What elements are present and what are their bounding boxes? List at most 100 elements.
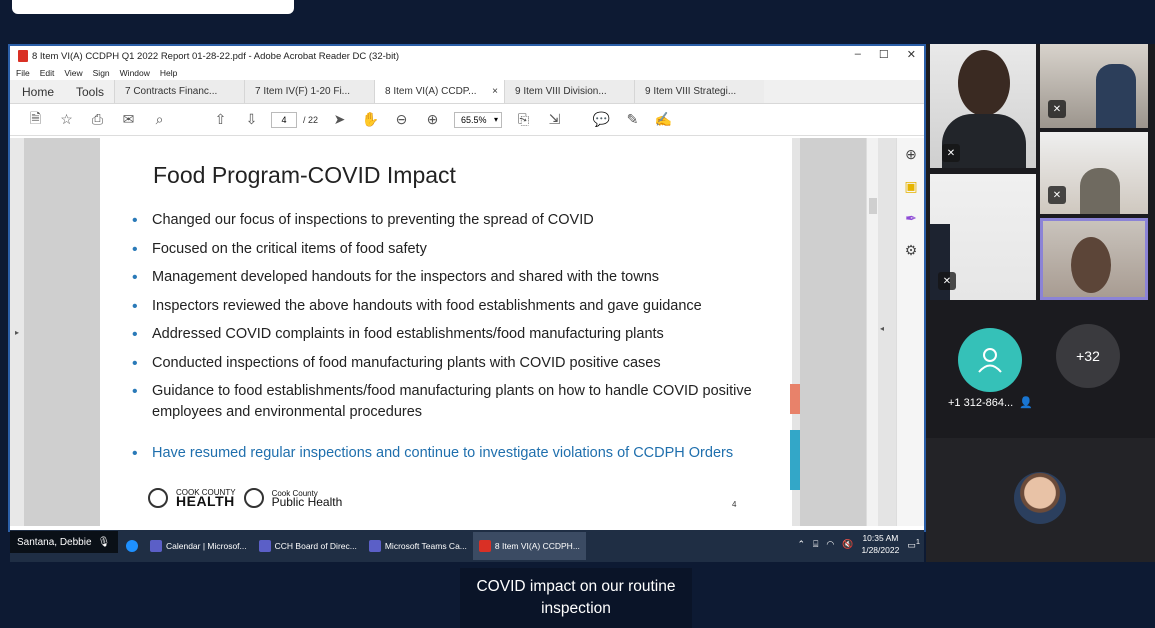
taskbar-item-label: Microsoft Teams Ca... [384,541,467,551]
zoom-in-icon[interactable]: ⊕ [417,108,448,132]
slide-title: Food Program-COVID Impact [153,162,456,188]
clock-time: 10:35 AM [862,533,899,543]
tab-home[interactable]: Home [10,80,66,103]
mic-off-icon: ✕ [938,272,956,290]
taskbar-item[interactable]: Calendar | Microsof... [144,532,253,560]
zoom-select[interactable]: 65.5% [454,111,503,128]
slide-page: Food Program-COVID Impact Changed our fo… [100,138,792,526]
comment-icon[interactable]: 💬 [586,108,617,132]
doc-tab-label: 7 Item IV(F) 1-20 Fi... [255,86,351,97]
window-controls: – ☐ ✕ [855,48,916,61]
person-icon [978,348,1002,373]
sign-icon[interactable]: ✍ [648,108,679,132]
doc-tab[interactable]: 9 Item VIII Division... [504,80,634,103]
pdf-icon [478,540,491,552]
system-tray: ⌃ ⌸ ◠ 🔇 10:35 AM 1/28/2022 ▭1 [797,532,920,556]
mic-off-icon: ✕ [942,144,960,162]
system-clock[interactable]: 10:35 AM 1/28/2022 [861,532,899,556]
doc-tab-label: 7 Contracts Financ... [125,86,218,97]
more-tools-icon[interactable]: ⚙ [897,234,925,266]
notification-icon[interactable]: ▭1 [907,537,920,551]
bullet-list: Changed our focus of inspections to prev… [130,210,770,472]
volume-muted-icon[interactable]: 🔇 [842,539,853,550]
fill-sign-icon[interactable]: ✒ [897,202,925,234]
participant-video-tile[interactable]: ✕ [1040,44,1148,128]
tab-tools[interactable]: Tools [66,80,114,103]
tab-close-icon[interactable]: × [492,86,498,97]
teams-icon [150,540,162,552]
document-viewer: ▸ Food Program-COVID Impact Changed our … [10,138,924,526]
presenter-name-tag: Santana, Debbie 🎙 [10,531,118,553]
save-icon[interactable]: 🗎 [20,108,51,132]
network-icon[interactable]: ⌸ [813,539,818,550]
print-icon[interactable]: ⎙ [82,108,113,132]
maximize-button[interactable]: ☐ [879,48,889,61]
comment-tool-icon[interactable]: ▣ [897,170,925,202]
phone-participant-label: +1 312-864... 👤 [948,396,1033,410]
live-caption: COVID impact on our routine inspection [460,568,692,628]
participants-panel: ✕ ✕ ✕ ✕ +32 +1 312-864... 👤 [926,44,1155,562]
right-tools-panel: ⊕ ▣ ✒ ⚙ [896,138,924,526]
doc-tab[interactable]: 9 Item VIII Strategi... [634,80,764,103]
doc-tab[interactable]: 7 Item IV(F) 1-20 Fi... [244,80,374,103]
select-cursor-icon[interactable]: ➤ [324,108,355,132]
tray-chevron-icon[interactable]: ⌃ [797,539,805,550]
bullet-item: Changed our focus of inspections to prev… [130,210,770,231]
highlight-pen-icon[interactable]: ✎ [617,108,648,132]
tab-bar: Home Tools 7 Contracts Financ... 7 Item … [10,80,924,104]
participant-video-tile-speaking[interactable] [1040,218,1148,300]
zoom-out-icon[interactable]: ⊖ [386,108,417,132]
doc-tab-active[interactable]: 8 Item VI(A) CCDP... × [374,80,504,103]
page-down-icon[interactable]: ⇩ [236,108,267,132]
menu-file[interactable]: File [16,68,30,78]
participant-video-tile[interactable]: ✕ [1040,132,1148,214]
acrobat-toolbar: 🗎 ☆ ⎙ ✉ ⌕ ⇧ ⇩ 4 / 22 ➤ ✋ ⊖ ⊕ 65.5% ⎘ ⇲ 💬… [10,104,924,136]
scroll-mode-icon[interactable]: ⇲ [539,108,570,132]
phone-participant-avatar[interactable] [958,328,1022,392]
doc-tab[interactable]: 7 Contracts Financ... [114,80,244,103]
taskbar-item[interactable]: Microsoft Teams Ca... [363,532,473,560]
vertical-scrollbar[interactable] [866,138,878,526]
logo-public-health: Cook County Public Health [272,489,343,508]
minimize-button[interactable]: – [855,48,861,61]
page-up-icon[interactable]: ⇧ [205,108,236,132]
scrollbar-thumb[interactable] [869,198,877,214]
left-panel-toggle[interactable]: ▸ [10,138,24,526]
more-participants-button[interactable]: +32 [1056,324,1120,388]
page-total: / 22 [303,114,319,125]
edge-icon[interactable] [120,532,144,560]
wifi-icon[interactable]: ◠ [826,539,834,550]
close-button[interactable]: ✕ [907,48,916,61]
doc-tab-label: 9 Item VIII Strategi... [645,86,737,97]
mic-off-icon: 🎙 [97,536,111,548]
participant-video-tile[interactable]: ✕ [930,174,1036,300]
slide-page-number: 4 [732,500,737,509]
search-icon[interactable]: ⌕ [144,108,175,132]
logo-cook-county-health: COOK COUNTY HEALTH [176,488,236,508]
right-panel-collapse-icon[interactable]: ◂ [880,324,884,333]
shared-screen: 8 Item VI(A) CCDPH Q1 2022 Report 01-28-… [8,44,926,532]
fit-page-icon[interactable]: ⎘ [508,108,539,132]
menu-help[interactable]: Help [160,68,177,78]
logo2-bottom: Public Health [271,494,343,509]
window-title: 8 Item VI(A) CCDPH Q1 2022 Report 01-28-… [32,50,399,62]
participant-avatar[interactable] [1014,472,1066,524]
bullet-item: Focused on the critical items of food sa… [130,239,770,260]
menu-edit[interactable]: Edit [40,68,55,78]
mic-off-icon: ✕ [1048,186,1066,204]
taskbar-item[interactable]: CCH Board of Direc... [253,532,363,560]
taskbar-item-label: 8 Item VI(A) CCDPH... [494,541,580,551]
taskbar-item-active[interactable]: 8 Item VI(A) CCDPH... [472,532,586,560]
menu-view[interactable]: View [64,68,82,78]
page-number-input[interactable]: 4 [271,111,297,128]
participant-video-tile[interactable]: ✕ [930,44,1036,168]
zoom-tool-icon[interactable]: ⊕ [897,138,925,170]
hand-tool-icon[interactable]: ✋ [355,108,386,132]
mail-icon[interactable]: ✉ [113,108,144,132]
pdf-icon [18,50,28,62]
menu-sign[interactable]: Sign [93,68,110,78]
bullet-item-highlight: Have resumed regular inspections and con… [130,443,770,464]
participant-icon: 👤 [1019,397,1033,409]
menu-window[interactable]: Window [120,68,150,78]
star-icon[interactable]: ☆ [51,108,82,132]
